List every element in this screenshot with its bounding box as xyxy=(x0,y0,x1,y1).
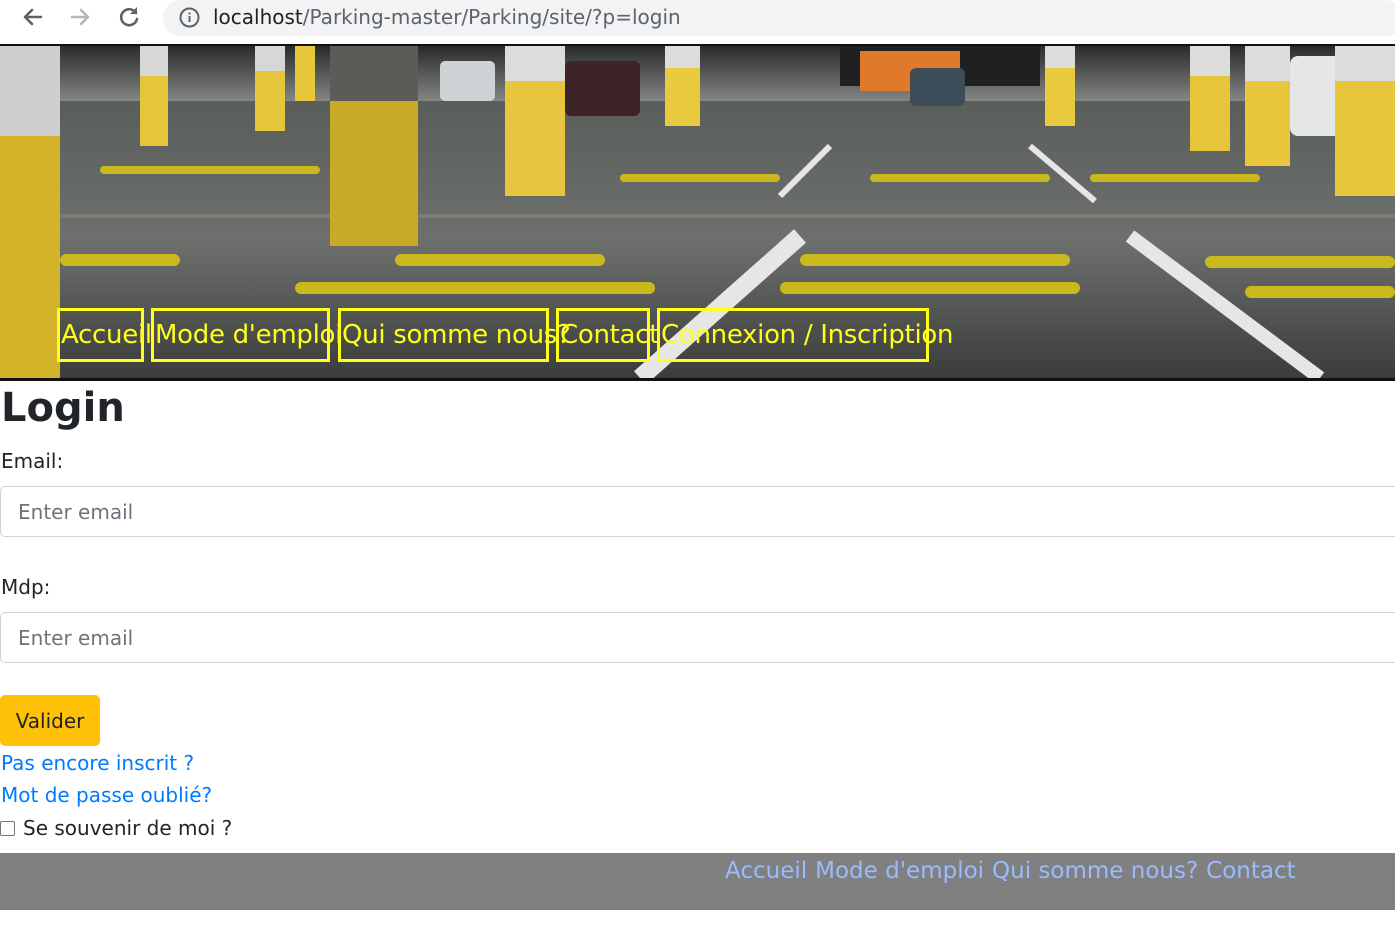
footer-link-contact[interactable]: Contact xyxy=(1206,858,1295,884)
submit-button[interactable]: Valider xyxy=(0,695,100,746)
footer-link-qui-somme-nous[interactable]: Qui somme nous? xyxy=(992,858,1198,884)
footer-links: Accueil Mode d'emploi Qui somme nous? Conta… xyxy=(725,858,1304,884)
nav-item-connexion-inscription[interactable]: Connexion / Inscription xyxy=(657,308,953,362)
remember-me-label: Se souvenir de moi ? xyxy=(23,816,233,840)
url-host: localhost xyxy=(213,5,303,29)
url-text: localhost/Parking-master/Parking/site/?p… xyxy=(213,5,681,29)
password-field[interactable] xyxy=(0,612,1395,663)
footer-link-mode-emploi[interactable]: Mode d'emploi xyxy=(815,858,984,884)
nav-item-accueil[interactable]: Accueil xyxy=(57,308,152,362)
back-arrow-icon[interactable] xyxy=(19,4,47,30)
nav-item-qui-somme-nous[interactable]: Qui somme nous? xyxy=(338,308,571,362)
email-label: Email: xyxy=(1,449,64,473)
hero-banner: Accueil Mode d'emploi Qui somme nous? Co… xyxy=(0,44,1395,381)
page-title: Login xyxy=(1,385,125,431)
forgot-password-link[interactable]: Mot de passe oublié? xyxy=(1,783,212,807)
info-icon[interactable] xyxy=(179,7,200,28)
remember-me-checkbox[interactable] xyxy=(0,820,15,836)
password-label: Mdp: xyxy=(1,575,51,599)
email-field[interactable] xyxy=(0,486,1395,537)
browser-toolbar: localhost/Parking-master/Parking/site/?p… xyxy=(0,0,1395,44)
register-link[interactable]: Pas encore inscrit ? xyxy=(1,751,194,775)
nav-item-contact[interactable]: Contact xyxy=(556,308,659,362)
nav-item-mode-emploi[interactable]: Mode d'emploi xyxy=(151,308,342,362)
remember-me: Se souvenir de moi ? xyxy=(0,815,232,841)
reload-icon[interactable] xyxy=(115,4,143,30)
forward-arrow-icon[interactable] xyxy=(66,4,94,30)
footer-link-accueil[interactable]: Accueil xyxy=(725,858,807,884)
footer: Accueil Mode d'emploi Qui somme nous? Conta… xyxy=(0,853,1395,910)
address-bar[interactable]: localhost/Parking-master/Parking/site/?p… xyxy=(163,0,1395,36)
url-path: /Parking-master/Parking/site/?p=login xyxy=(302,5,681,29)
